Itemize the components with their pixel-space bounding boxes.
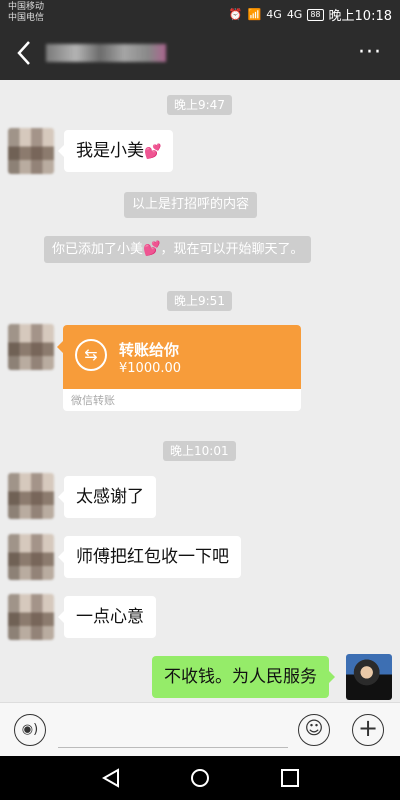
transfer-footer: 微信转账	[71, 394, 115, 407]
more-options-button[interactable]: ···	[358, 42, 382, 64]
chevron-left-icon	[17, 41, 30, 65]
contact-avatar[interactable]	[8, 128, 54, 174]
voice-input-button[interactable]: ◉)	[14, 714, 46, 746]
message-bubble[interactable]: 一点心意	[58, 596, 156, 638]
timestamp: 晚上9:47	[167, 95, 232, 115]
message-text: 太感谢了	[76, 487, 144, 507]
contact-avatar[interactable]	[8, 594, 54, 640]
nav-back-icon[interactable]	[100, 767, 124, 789]
status-bar: 中国移动 中国电信 ⏰ 📶 4G 4G 88 晚上10:18	[0, 0, 400, 26]
emoji-button[interactable]: ☺	[298, 714, 330, 746]
battery-icon: 88	[307, 8, 324, 21]
signal-label: 4G	[266, 8, 282, 21]
nav-recents-icon[interactable]	[278, 767, 302, 789]
chat-header: ···	[0, 26, 400, 80]
system-message-suffix: ，现在可以开始聊天了。	[160, 242, 304, 257]
message-input-bar: ◉) ☺ +	[0, 702, 400, 756]
transfer-title: 转账给你	[119, 341, 180, 359]
system-message-prefix: 你已添加了小美	[52, 242, 144, 257]
contact-avatar[interactable]	[8, 534, 54, 580]
message-text: 我是小美	[76, 141, 144, 161]
back-button[interactable]	[12, 38, 36, 68]
wifi-icon: 📶	[247, 8, 262, 21]
message-text: 师傅把红包收一下吧	[76, 547, 229, 567]
alarm-icon: ⏰	[228, 8, 243, 21]
message-bubble[interactable]: 太感谢了	[58, 476, 156, 518]
own-message-bubble[interactable]: 不收钱。为人民服务	[152, 656, 335, 698]
transfer-amount: ¥1000.00	[119, 361, 182, 376]
timestamp: 晚上10:01	[163, 441, 236, 461]
heart-emoji-icon: 💕	[143, 241, 161, 257]
system-message-added: 你已添加了小美💕，现在可以开始聊天了。	[44, 236, 312, 263]
transfer-card[interactable]: ⇆ 转账给你 ¥1000.00 微信转账	[57, 325, 301, 411]
timestamp: 晚上9:51	[167, 291, 232, 311]
carrier-secondary: 中国电信	[8, 13, 45, 23]
nav-home-icon[interactable]	[188, 767, 212, 789]
contact-avatar[interactable]	[8, 324, 54, 370]
status-icons: ⏰ 📶 4G 4G 88 晚上10:18	[229, 5, 392, 24]
carrier-primary: 中国移动	[8, 2, 45, 12]
system-navigation-bar	[0, 756, 400, 800]
heart-emoji-icon: 💕	[144, 144, 162, 160]
message-text: 不收钱。为人民服务	[164, 667, 317, 687]
message-text: 一点心意	[76, 607, 144, 627]
message-bubble[interactable]: 我是小美💕	[57, 130, 174, 172]
own-avatar[interactable]	[346, 654, 392, 700]
system-message: 以上是打招呼的内容	[124, 192, 258, 218]
more-attachments-button[interactable]: +	[352, 714, 384, 746]
chat-title-redacted	[46, 44, 166, 62]
message-bubble[interactable]: 师傅把红包收一下吧	[58, 536, 241, 578]
transfer-arrows-icon: ⇆	[75, 339, 107, 371]
contact-avatar[interactable]	[8, 473, 54, 519]
status-time: 晚上10:18	[328, 9, 392, 24]
signal-label-2: 4G	[286, 8, 303, 21]
transfer-card-header: ⇆ 转账给你 ¥1000.00	[63, 325, 301, 389]
message-input[interactable]	[58, 719, 288, 748]
chat-area[interactable]: 晚上9:47 我是小美💕 以上是打招呼的内容 你已添加了小美💕，现在可以开始聊天…	[0, 80, 400, 702]
